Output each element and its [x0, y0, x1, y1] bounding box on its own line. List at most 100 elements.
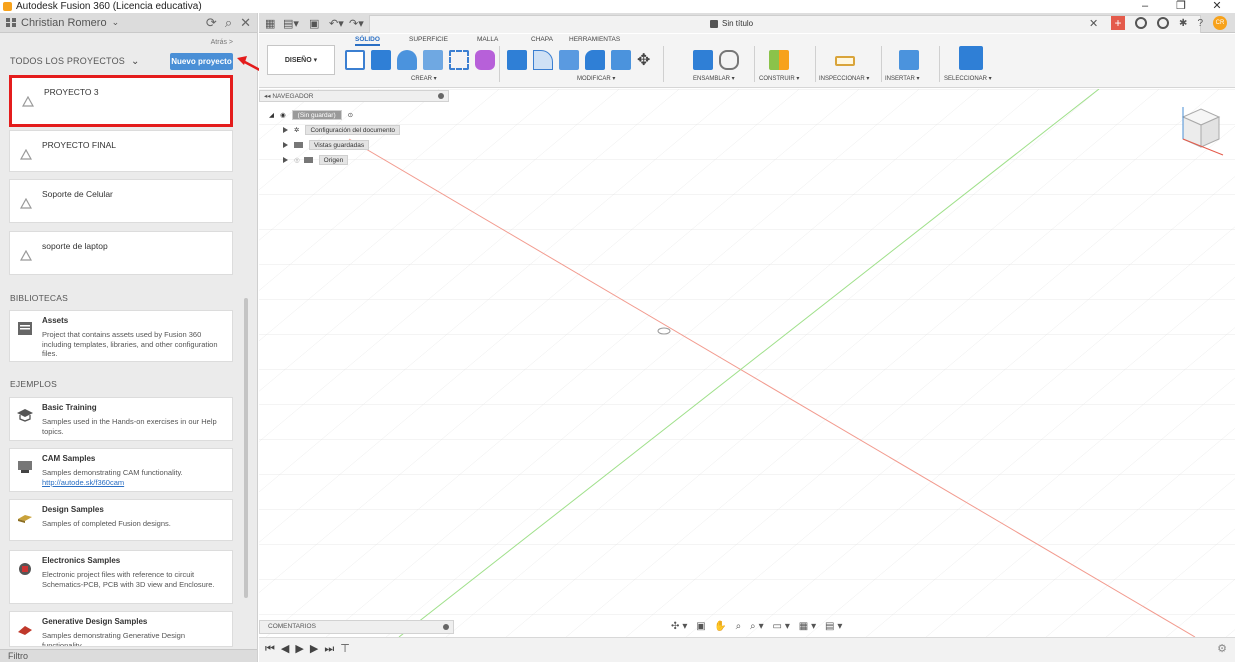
avatar[interactable]: CR — [1213, 16, 1227, 30]
timeline-forward-icon[interactable]: ▶ — [310, 643, 324, 655]
collapse-icon[interactable]: ◢ — [269, 111, 274, 119]
example-card[interactable]: Design Samples Samples of completed Fusi… — [9, 499, 233, 541]
browser-pin-icon[interactable] — [438, 93, 444, 99]
project-card[interactable]: PROYECTO FINAL — [9, 130, 233, 172]
close-tab-icon[interactable]: ✕ — [1089, 17, 1098, 30]
timeline-start-icon[interactable]: ⏮ — [265, 643, 281, 655]
expand-icon[interactable] — [283, 157, 288, 163]
apps-grid-icon[interactable]: ▦ — [265, 17, 275, 30]
shell-icon[interactable] — [559, 50, 579, 70]
example-card[interactable]: Electronics Samples Electronic project f… — [9, 550, 233, 604]
comments-add-icon[interactable] — [443, 624, 449, 630]
press-pull-icon[interactable] — [507, 50, 527, 70]
tab-solid[interactable]: SÓLIDO — [355, 36, 380, 46]
look-at-icon[interactable]: ▣ — [696, 621, 708, 632]
example-card[interactable]: CAM Samples Samples demonstrating CAM fu… — [9, 448, 233, 492]
canvas-viewport[interactable]: ◂◂ NAVEGADOR ◢ ◉ (Sin guardar) ⊙ ✲ Confi… — [259, 89, 1235, 637]
undo-icon[interactable]: ↶▾ — [329, 17, 344, 30]
redo-icon[interactable]: ↷▾ — [349, 17, 364, 30]
grid-settings-icon[interactable]: ▦▾ — [799, 621, 819, 632]
pan-icon[interactable]: ✋ — [714, 621, 729, 632]
sweep-icon[interactable] — [423, 50, 443, 70]
extrude-icon[interactable] — [371, 50, 391, 70]
offset-plane-icon[interactable] — [769, 50, 789, 70]
comments-panel[interactable]: COMENTARIOS — [259, 620, 454, 634]
viewcube[interactable] — [1169, 99, 1229, 159]
insert-menu[interactable]: INSERTAR ▾ — [885, 75, 919, 82]
timeline-end-icon[interactable]: ⏭ — [324, 643, 340, 655]
refresh-icon[interactable]: ⟳ — [206, 15, 217, 31]
job-status-icon[interactable] — [1135, 17, 1148, 29]
notifications-icon[interactable] — [1157, 17, 1170, 29]
browser-panel-header[interactable]: ◂◂ NAVEGADOR — [259, 90, 449, 102]
back-link[interactable]: Atrás > — [211, 39, 233, 46]
joint-icon[interactable] — [719, 50, 739, 70]
timeline-play-icon[interactable]: ▶ — [295, 643, 309, 655]
create-menu[interactable]: CREAR ▾ — [411, 75, 437, 82]
browser-item[interactable]: ✲ Configuración del documento — [283, 125, 401, 135]
split-icon[interactable] — [611, 50, 631, 70]
tab-tools[interactable]: HERRAMIENTAS — [569, 36, 620, 43]
move-icon[interactable]: ✥ — [637, 50, 650, 70]
orbit-icon[interactable]: ✣▾ — [671, 621, 690, 632]
expand-icon[interactable] — [283, 127, 288, 133]
file-menu-icon[interactable]: ▤▾ — [283, 17, 299, 30]
document-tab[interactable]: Sin título — [369, 15, 1201, 33]
fit-icon[interactable]: ⌕▾ — [750, 621, 767, 632]
save-icon[interactable]: ▣ — [309, 17, 319, 30]
example-card[interactable]: Generative Design Samples Samples demons… — [9, 611, 233, 647]
revolve-icon[interactable] — [397, 50, 417, 70]
chevron-down-icon[interactable]: ⌄ — [131, 56, 139, 67]
new-project-button[interactable]: Nuevo proyecto — [170, 53, 233, 70]
chevron-down-icon[interactable]: ⌄ — [112, 17, 120, 28]
browser-item[interactable]: Vistas guardadas — [283, 140, 370, 150]
select-menu[interactable]: SELECCIONAR ▾ — [944, 75, 992, 82]
project-card[interactable]: soporte de laptop — [9, 231, 233, 275]
project-card[interactable]: Soporte de Celular — [9, 179, 233, 223]
pattern-icon[interactable] — [449, 50, 469, 70]
form-icon[interactable] — [475, 50, 495, 70]
tab-surface[interactable]: SUPERFICIE — [409, 36, 448, 43]
modify-menu[interactable]: MODIFICAR ▾ — [577, 75, 615, 82]
tab-sheet-metal[interactable]: CHAPA — [531, 36, 553, 43]
construct-menu[interactable]: CONSTRUIR ▾ — [759, 75, 799, 82]
inspect-menu[interactable]: INSPECCIONAR ▾ — [819, 75, 869, 82]
maximize-button[interactable]: ❐ — [1163, 0, 1199, 13]
cam-samples-link[interactable]: http://autode.sk/f360cam — [42, 478, 124, 487]
close-window-button[interactable]: ✕ — [1199, 0, 1235, 13]
insert-image-icon[interactable] — [899, 50, 919, 70]
browser-root[interactable]: ◢ ◉ (Sin guardar) ⊙ — [269, 110, 353, 120]
timeline-back-icon[interactable]: ◀ — [281, 643, 295, 655]
activate-icon[interactable]: ⊙ — [348, 111, 353, 119]
visibility-icon[interactable]: ◉ — [280, 111, 286, 119]
workspace-switcher[interactable]: DISEÑO ▾ — [267, 45, 335, 75]
timeline-settings-icon[interactable]: ⚙ — [1217, 642, 1227, 655]
user-name[interactable]: Christian Romero — [21, 17, 107, 29]
close-icon[interactable]: ✕ — [240, 15, 251, 31]
select-icon[interactable] — [959, 46, 983, 70]
visibility-off-icon[interactable]: ◎ — [294, 156, 300, 164]
combine-icon[interactable] — [585, 50, 605, 70]
filter-input[interactable]: Filtro — [0, 649, 257, 662]
new-component-icon[interactable] — [693, 50, 713, 70]
display-settings-icon[interactable]: ▭▾ — [772, 621, 792, 632]
create-sketch-icon[interactable] — [345, 50, 365, 70]
minimize-button[interactable]: – — [1127, 0, 1163, 13]
new-tab-icon[interactable]: + — [1111, 16, 1126, 30]
extensions-icon[interactable]: ✱ — [1179, 18, 1187, 29]
browser-item[interactable]: ◎ Origen — [283, 155, 349, 165]
data-panel-scrollbar[interactable] — [244, 298, 248, 598]
grid-icon[interactable] — [6, 18, 16, 27]
library-card[interactable]: Assets Project that contains assets used… — [9, 310, 233, 362]
project-card[interactable]: PROYECTO 3 — [9, 75, 233, 127]
expand-icon[interactable] — [283, 142, 288, 148]
tab-mesh[interactable]: MALLA — [477, 36, 498, 43]
measure-icon[interactable] — [835, 56, 855, 66]
zoom-icon[interactable]: ⌕ — [736, 621, 745, 632]
help-icon[interactable]: ? — [1197, 18, 1203, 29]
fillet-icon[interactable] — [533, 50, 553, 70]
viewports-icon[interactable]: ▤▾ — [825, 621, 845, 632]
example-card[interactable]: Basic Training Samples used in the Hands… — [9, 397, 233, 441]
search-icon[interactable]: ⌕ — [225, 15, 232, 31]
assemble-menu[interactable]: ENSAMBLAR ▾ — [693, 75, 735, 82]
